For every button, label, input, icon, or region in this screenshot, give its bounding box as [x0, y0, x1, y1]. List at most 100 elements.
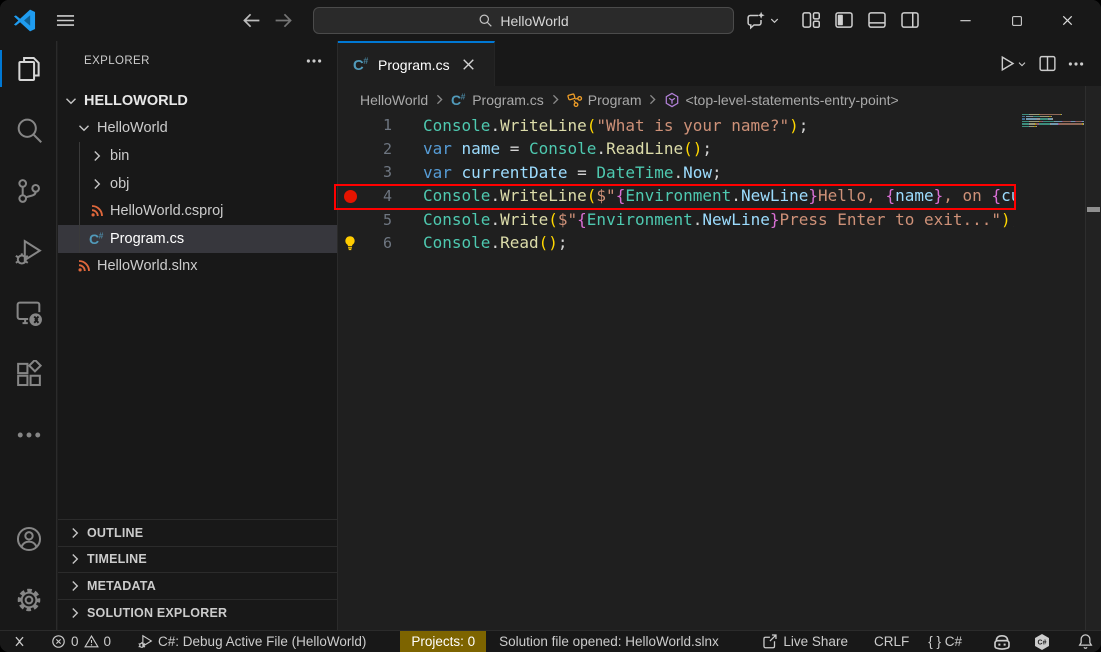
breadcrumb-program-cs[interactable]: Program.cs: [451, 92, 544, 108]
activity-bar: [0, 41, 57, 630]
editor-actions: [997, 41, 1085, 86]
activitybar-item-extensions[interactable]: [0, 343, 57, 404]
activitybar-item-run-and-debug[interactable]: [0, 221, 57, 282]
class-symbol-icon: [567, 92, 583, 108]
activitybar-item-explorer[interactable]: [0, 38, 57, 99]
close-button[interactable]: [1042, 0, 1093, 41]
copilot-icon: [992, 632, 1012, 652]
csfile-symbol-icon: [451, 92, 467, 108]
tree-item-bin[interactable]: bin: [58, 142, 337, 170]
activitybar-item-source-control[interactable]: [0, 160, 57, 221]
section-timeline[interactable]: TIMELINE: [58, 546, 337, 573]
scrollbar-cursor-mark: [1087, 207, 1100, 212]
copilot-button[interactable]: [745, 9, 783, 32]
status-text: Live Share: [783, 634, 848, 649]
minimap-line: [1022, 114, 1084, 116]
bell-icon: [1077, 633, 1094, 650]
method-symbol-icon: [664, 92, 680, 108]
breadcrumb-label: HelloWorld: [360, 92, 428, 108]
minimap-line: [1022, 123, 1084, 125]
activitybar-item-accounts[interactable]: [0, 508, 57, 569]
run-or-debug-button[interactable]: [997, 54, 1028, 73]
breadcrumb-helloworld[interactable]: HelloWorld: [360, 92, 428, 108]
scrollbar-track[interactable]: [1085, 86, 1101, 630]
split-editor-icon[interactable]: [1038, 54, 1057, 73]
tree-item-helloworld-slnx[interactable]: HelloWorld.slnx: [58, 253, 337, 281]
line-highlight-annotation: [334, 184, 1016, 210]
breadcrumb-program[interactable]: Program: [567, 92, 642, 108]
lightbulb-icon[interactable]: [342, 235, 358, 251]
remote-ex-icon: [15, 299, 43, 327]
status-notifications[interactable]: [1070, 631, 1101, 652]
minimize-icon: [958, 13, 973, 28]
sidebar-title: EXPLORER: [84, 55, 305, 67]
section-label: METADATA: [87, 579, 156, 593]
editor-group: Program.cs HelloWorld Program.cs Program <t…: [338, 41, 1101, 630]
window-controls: [940, 0, 1093, 41]
tree-item-helloworld-csproj[interactable]: HelloWorld.csproj: [58, 197, 337, 225]
menu-icon[interactable]: [55, 10, 76, 31]
file-tree: HELLOWORLDHelloWorldbin obj HelloWorld.csp…: [58, 87, 337, 280]
layout-controls: [801, 10, 920, 30]
status-language-mode[interactable]: { } C#: [921, 631, 969, 652]
tree-item-label: obj: [110, 176, 129, 192]
close-tab-icon[interactable]: [460, 56, 477, 73]
status-eol[interactable]: CRLF: [867, 631, 916, 652]
section-outline[interactable]: OUTLINE: [58, 519, 337, 546]
tree-item-program-cs[interactable]: Program.cs: [58, 225, 337, 253]
sidebar-header: EXPLORER: [58, 41, 337, 81]
line-number: 1: [362, 116, 392, 134]
status-live-share[interactable]: Live Share: [754, 631, 855, 652]
section-metadata[interactable]: METADATA: [58, 572, 337, 599]
activitybar-item-additional-views[interactable]: [0, 404, 57, 465]
chevron-down-icon: [1016, 58, 1028, 70]
toggle-panel-icon[interactable]: [867, 10, 887, 30]
breadcrumb-label: <top-level-statements-entry-point>: [685, 92, 898, 108]
status-copilot[interactable]: [985, 631, 1019, 652]
status-remote-indicator[interactable]: [0, 631, 34, 652]
breadcrumb-separator-icon: [548, 92, 563, 107]
minimap-line: [1022, 118, 1084, 120]
hexcs-icon: [1033, 633, 1051, 651]
chevron-right-icon: [67, 578, 83, 594]
gear-icon: [15, 586, 43, 614]
more-actions-icon[interactable]: [1067, 55, 1085, 73]
customize-layout-icon[interactable]: [801, 10, 821, 30]
status-solution-status[interactable]: Solution file opened: HelloWorld.slnx: [486, 631, 726, 652]
tree-item-helloworld[interactable]: HelloWorld: [58, 115, 337, 143]
toggle-primary-sidebar-icon[interactable]: [834, 10, 854, 30]
code-line-5: 5Console.Write($"{Environment.NewLine}Pr…: [338, 208, 1014, 232]
breadcrumb--top-level-statements-entry-point-[interactable]: <top-level-statements-entry-point>: [664, 92, 898, 108]
vscode-window: HelloWorld EXPLORER HELLOWORLDHelloWorld…: [0, 0, 1101, 652]
status-projects[interactable]: Projects: 0: [400, 631, 486, 652]
section-solution-explorer[interactable]: SOLUTION EXPLORER: [58, 599, 337, 626]
command-center-search[interactable]: HelloWorld: [313, 7, 734, 34]
activitybar-item-manage[interactable]: [0, 569, 57, 630]
views-and-more-actions-icon[interactable]: [305, 52, 323, 70]
tab-program-cs[interactable]: Program.cs: [338, 41, 495, 86]
tree-item-helloworld[interactable]: HELLOWORLD: [58, 87, 337, 115]
title-bar: HelloWorld: [0, 0, 1101, 41]
activitybar-item-remote-explorer[interactable]: [0, 282, 57, 343]
status-problems[interactable]: 00: [44, 631, 118, 652]
chevron-right-icon: [67, 605, 83, 621]
status-debug-status[interactable]: C#: Debug Active File (HelloWorld): [131, 631, 373, 652]
code-text: var name = Console.ReadLine();: [423, 137, 712, 161]
go-forward-icon[interactable]: [273, 10, 294, 31]
toggle-secondary-sidebar-icon[interactable]: [900, 10, 920, 30]
status-text: C#: Debug Active File (HelloWorld): [158, 634, 366, 649]
chevron-right-icon: [67, 525, 83, 541]
minimize-button[interactable]: [940, 0, 991, 41]
maximize-icon: [1010, 14, 1024, 28]
minimap[interactable]: [1022, 114, 1084, 129]
chevron-down-icon: [63, 93, 79, 109]
maximize-button[interactable]: [991, 0, 1042, 41]
tree-item-obj[interactable]: obj: [58, 170, 337, 198]
line-number: 5: [362, 211, 392, 229]
breadcrumb-label: Program.cs: [472, 92, 544, 108]
go-back-icon[interactable]: [241, 10, 262, 31]
search-lg-icon: [15, 116, 43, 144]
status-csdevkit[interactable]: [1026, 631, 1058, 652]
activitybar-item-search[interactable]: [0, 99, 57, 160]
line-number: 2: [362, 140, 392, 158]
